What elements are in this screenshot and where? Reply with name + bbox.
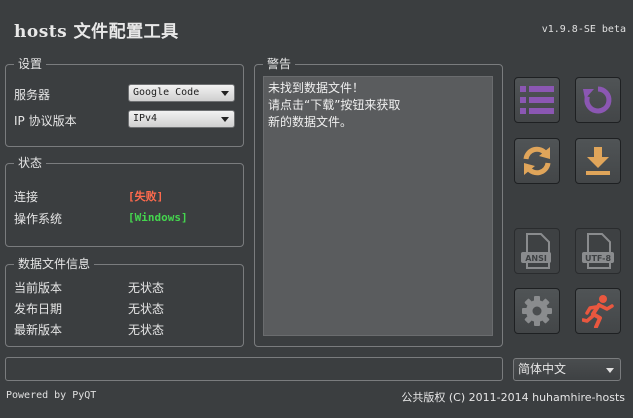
show-hosts-list-button[interactable] xyxy=(514,77,560,123)
utf8-file-icon: UTF-8 xyxy=(582,233,614,269)
gear-icon xyxy=(522,296,552,326)
current-version-label: 当前版本 xyxy=(14,281,63,295)
exit-button[interactable] xyxy=(575,288,621,334)
restore-button[interactable] xyxy=(575,77,621,123)
exit-runner-icon xyxy=(582,295,614,328)
current-version-value: 无状态 xyxy=(128,281,165,295)
ip-version-select-value: IPv4 xyxy=(133,113,158,124)
server-select[interactable]: Google Code xyxy=(128,84,235,102)
download-icon xyxy=(586,147,610,175)
warning-line: 新的数据文件。 xyxy=(268,115,353,129)
settings-group-title: 设置 xyxy=(14,56,47,72)
settings-group: 设置 服务器 Google Code IP 协议版本 IPv4 xyxy=(5,56,244,147)
server-label: 服务器 xyxy=(14,88,51,102)
os-label: 操作系统 xyxy=(14,212,63,226)
connection-status: [失败] xyxy=(128,190,164,203)
os-status: [Windows] xyxy=(128,211,188,224)
datafile-group: 数据文件信息 当前版本 无状态 发布日期 无状态 最新版本 无状态 xyxy=(5,256,244,347)
server-select-value: Google Code xyxy=(133,87,200,98)
ansi-file-icon: ANSI xyxy=(521,233,551,269)
latest-version-value: 无状态 xyxy=(128,323,165,337)
latest-version-label: 最新版本 xyxy=(14,323,63,337)
language-select[interactable]: 简体中文 xyxy=(513,358,621,381)
status-group: 状态 连接 [失败] 操作系统 [Windows] xyxy=(5,155,244,247)
connection-label: 连接 xyxy=(14,190,39,204)
datafile-group-title: 数据文件信息 xyxy=(14,256,95,272)
version-label: v1.9.8-SE beta xyxy=(541,24,626,35)
warning-line: 未找到数据文件！ xyxy=(268,81,365,95)
language-select-value: 简体中文 xyxy=(518,362,567,376)
status-group-title: 状态 xyxy=(14,155,47,171)
utf8-text: UTF-8 xyxy=(585,254,611,263)
warning-group-title: 警告 xyxy=(263,56,296,72)
powered-by-label: Powered by PyQT xyxy=(6,390,97,401)
chevron-down-icon xyxy=(606,368,614,373)
list-icon xyxy=(520,86,554,114)
export-ansi-button[interactable]: ANSI xyxy=(514,228,560,274)
copyright-label: 公共版权 (C) 2011-2014 huhamhire-hosts xyxy=(401,391,625,404)
download-button[interactable] xyxy=(575,138,621,184)
ansi-text: ANSI xyxy=(525,254,547,263)
ip-version-select[interactable]: IPv4 xyxy=(128,110,235,128)
ip-version-label: IP 协议版本 xyxy=(14,114,77,128)
app-title: hosts 文件配置工具 xyxy=(14,22,179,42)
release-date-value: 无状态 xyxy=(128,302,165,316)
refresh-icon xyxy=(583,86,612,114)
chevron-down-icon xyxy=(221,117,229,122)
release-date-label: 发布日期 xyxy=(14,302,63,316)
warning-line: 请点击“下载”按钮来获取 xyxy=(268,98,401,112)
sync-icon xyxy=(523,146,551,176)
export-utf8-button[interactable]: UTF-8 xyxy=(575,228,621,274)
warning-message-box[interactable]: 未找到数据文件！ 请点击“下载”按钮来获取 新的数据文件。 xyxy=(263,76,493,336)
check-update-button[interactable] xyxy=(514,138,560,184)
settings-button[interactable] xyxy=(514,288,560,334)
chevron-down-icon xyxy=(221,91,229,96)
status-bar-field xyxy=(5,357,503,381)
